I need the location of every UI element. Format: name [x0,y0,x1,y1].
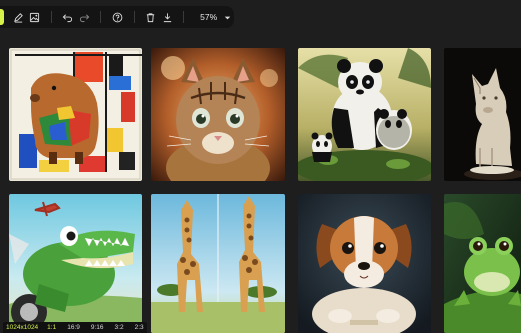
ratio-option[interactable]: 16:9 [67,324,80,331]
ratio-option[interactable]: 3:2 [115,324,124,331]
gallery-image-crocodile[interactable] [9,194,142,333]
top-toolbar: 57% [0,6,234,28]
gallery-image-giraffes[interactable] [151,194,285,333]
ratio-option[interactable]: 2:3 [135,324,144,331]
resolution-label: 1024x1024 [6,324,39,331]
toolbar-divider [50,11,52,23]
chevron-down-icon[interactable] [222,8,233,26]
download-icon[interactable] [160,8,174,26]
pen-icon[interactable] [11,8,25,26]
gallery-image-puppy[interactable] [298,194,431,333]
gallery-image-dog-statue[interactable] [444,48,521,181]
gallery-image-frog[interactable] [444,194,521,333]
image-icon[interactable] [27,8,41,26]
aspect-ratio-bar: 1024x1024 1:1 16:9 9:16 3:2 2:3 [3,322,147,333]
ratio-option[interactable]: 9:16 [91,324,104,331]
toolbar-divider [183,11,185,23]
gallery-image-kitten[interactable] [151,48,285,181]
zoom-level[interactable]: 57% [200,12,221,22]
ratio-option[interactable]: 1:1 [47,324,56,331]
gallery-image-capybara[interactable] [9,48,142,181]
undo-icon[interactable] [61,8,75,26]
help-icon[interactable] [110,8,124,26]
toolbar-accent [0,9,4,25]
toolbar-divider [100,11,102,23]
gallery-image-panda[interactable] [298,48,431,181]
toolbar-divider [133,11,135,23]
redo-icon[interactable] [77,8,91,26]
trash-icon[interactable] [144,8,158,26]
